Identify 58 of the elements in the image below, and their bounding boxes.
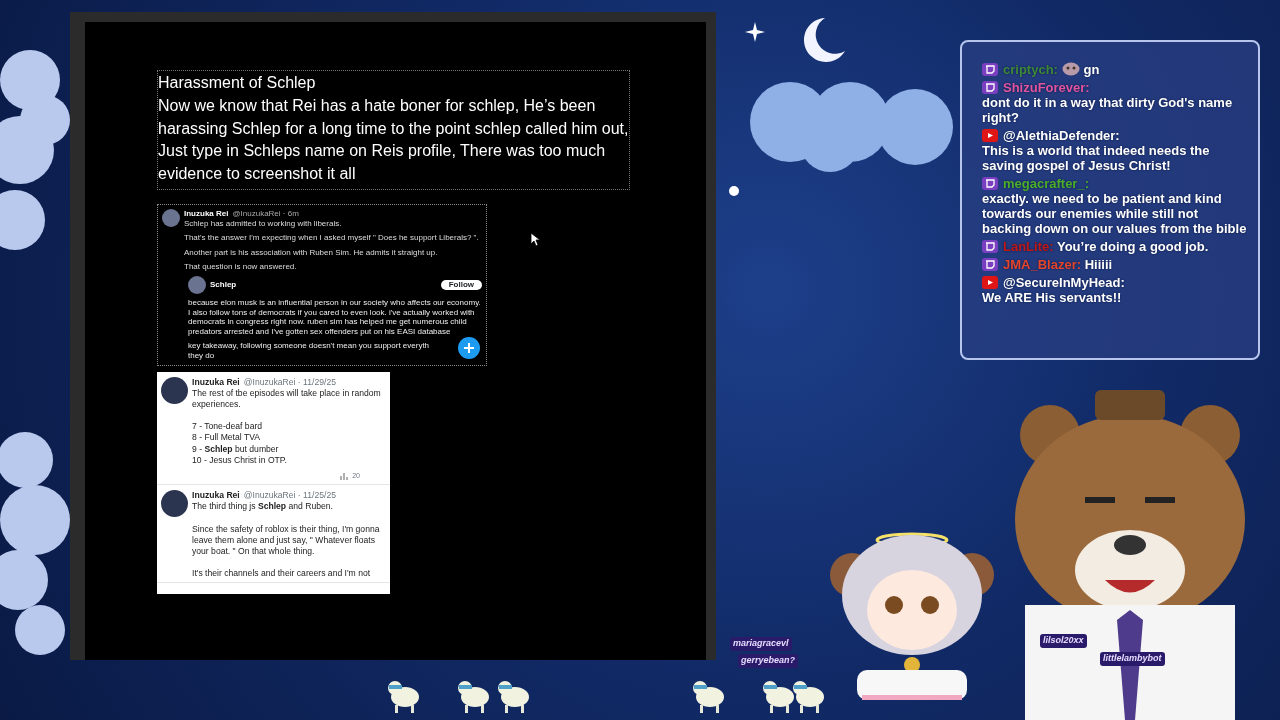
chat-username: LanLite: <box>1003 239 1054 254</box>
viewer-name: gerryebean? <box>738 654 799 668</box>
tweet-text: The third thing js Schlep and Ruben. <box>192 501 334 513</box>
chat-message: dont do it in a way that dirty God's name right? <box>982 95 1234 125</box>
avatar-icon <box>162 209 180 227</box>
tweet-text: That question is now answered. <box>184 262 298 272</box>
youtube-icon <box>982 276 998 289</box>
tweet-text: key takeaway, following someone doesn't mean you support everyth <box>188 341 431 351</box>
cursor-icon <box>530 232 541 247</box>
tweet-text: Schlep has admitted to working with liberals. <box>184 218 343 229</box>
tweet-text: Another part is his association with Ruben Sim. He admits it straight up. <box>184 247 439 258</box>
twitch-icon <box>982 177 998 190</box>
twitch-icon <box>982 258 998 271</box>
tweet-author: Inuzuka Rei <box>184 209 229 219</box>
tweet-text: because elon musk is an influential person in our society who affects our economy. I also follow tons of democrats if you cared to even look. i've actually worked with democrats in congress right now. ruben sim has helped me get numerous child predators arrested and I've gotten sex offenders put on his EASI database <box>188 297 482 337</box>
avatar-icon <box>161 376 188 404</box>
viewer-name: littlelambybot <box>1100 652 1165 666</box>
tweet-text: 10 - Jesus Christ in OTP. <box>192 454 288 466</box>
avatar-icon <box>188 275 206 294</box>
chat-username: @SecureInMyHead: <box>1003 275 1125 290</box>
youtube-icon <box>982 129 998 142</box>
tweet-text: 8 - Full Metal TVA <box>192 432 261 444</box>
document-paragraph: Now we know that Rei has a hate boner for schlep, He’s been harassing Schlep for a long time to the point schlep called him out, Just type in Schleps name on Reis profile, There was too much evidence to screenshot it all <box>158 95 629 185</box>
viewer-name: lilsol20xx <box>1040 634 1087 648</box>
tweet-text: 9 - Schlep but dumber <box>192 443 280 455</box>
bar-chart-icon <box>340 471 349 480</box>
tweet-author: Schlep <box>210 280 238 290</box>
compose-button[interactable] <box>458 336 480 359</box>
tweet-text: Since the safety of roblox is their thing, I'm gonna leave them alone and just say, " Whatever floats your boat. " On that whole thing. <box>192 523 381 558</box>
chat-message: You’re doing a good job. <box>1056 239 1209 254</box>
twitch-icon <box>982 240 998 253</box>
twitch-icon <box>982 81 998 94</box>
star-icon <box>745 22 765 42</box>
document-title: Harassment of Schlep <box>158 73 317 93</box>
follow-button[interactable]: Follow <box>440 280 482 290</box>
twitch-icon <box>982 63 998 76</box>
chat-message: Hiiiii <box>1084 257 1113 272</box>
chat-message: This is a world that indeed needs the saving gospel of Jesus Christ! <box>982 143 1211 173</box>
chat-message: exactly. we need to be patient and kind towards our enemies while still not backing down on our values from the bible <box>982 191 1248 236</box>
chat-message: We ARE His servants!! <box>982 290 1123 305</box>
chat-username: JMA_Blazer: <box>1003 257 1082 272</box>
tweet-text: they do <box>188 350 216 361</box>
tweet-author: Inuzuka Rei <box>192 376 240 388</box>
chat-username: ShizuForever: <box>1003 80 1090 95</box>
tweet-meta: @InuzukaRei · 11/29/25 <box>243 376 336 388</box>
tweet-text: 7 - Tone-deaf bard <box>192 421 264 433</box>
tweet-text: The rest of tbe episodes will take place in random experiences. <box>192 387 382 411</box>
chat-message: gn <box>1083 62 1100 77</box>
tweet-text: It's their channels and their careers and I'm not <box>192 568 372 580</box>
viewer-name: mariagracevl <box>730 637 792 651</box>
tweet-meta: @InuzukaRei · 11/25/25 <box>243 490 336 502</box>
tweet-author: Inuzuka Rei <box>192 490 240 502</box>
chat-username: megacrafter_: <box>1003 176 1089 191</box>
chat-username: @AlethiaDefender: <box>1003 128 1120 143</box>
avatar-icon <box>161 490 188 518</box>
tweet-handle: @InuzukaRei · 6m <box>232 209 299 219</box>
tweet-text: That's the answer I'm expecting when I asked myself " Does he support Liberals? ". <box>184 233 480 243</box>
chat-username: criptych: <box>1003 62 1058 77</box>
